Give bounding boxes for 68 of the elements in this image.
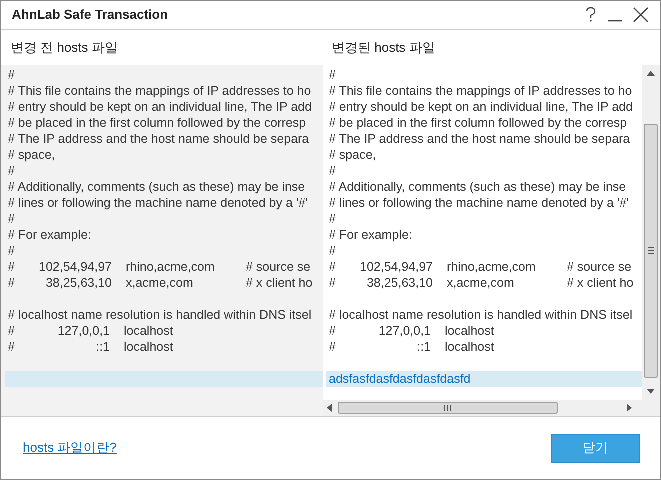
help-link[interactable]: hosts 파일이란? (23, 438, 117, 458)
code-text: # source se (246, 260, 311, 274)
close-button[interactable]: 닫기 (551, 434, 640, 462)
code-line: # For example: (8, 226, 92, 244)
scroll-right-icon[interactable] (627, 404, 632, 412)
code-line: # The IP address and the host name should be separa (329, 130, 630, 148)
code-text: localhost (445, 340, 494, 354)
code-line: # (329, 210, 336, 228)
code-text: # (8, 276, 15, 290)
code-text: # x client ho (567, 276, 634, 290)
code-line: # For example: (329, 226, 412, 244)
vertical-scrollbar[interactable] (642, 65, 660, 416)
code-text: 102,54,94,97 (39, 260, 112, 274)
code-text: # x client ho (246, 276, 313, 290)
code-line: # (329, 66, 336, 84)
code-line: # The IP address and the host name should be separa (8, 130, 310, 148)
code-line: # space, (329, 146, 376, 164)
code-line: # (329, 242, 336, 260)
code-text: ::1 (96, 340, 110, 354)
code-text: # (8, 340, 15, 354)
code-line: # Additionally, comments (such as these) may be inse (8, 178, 306, 196)
code-text: 127,0,0,1 (378, 324, 431, 338)
scroll-left-icon[interactable] (327, 404, 332, 412)
code-line: # Additionally, comments (such as these) may be inse (329, 178, 626, 196)
code-line: # (8, 242, 15, 260)
code-text: localhost (124, 340, 174, 354)
pane-heading: 변경된 hosts 파일 (332, 40, 436, 54)
code-text: # (329, 340, 336, 354)
code-text: # (8, 324, 15, 338)
code-text: # (329, 276, 336, 290)
code-text: rhino,acme,com (447, 260, 536, 274)
code-line: # localhost name resolution is handled within DNS itsel (8, 306, 312, 324)
code-line: # (329, 162, 336, 180)
scrollbar-thumb[interactable] (338, 402, 558, 414)
code-text: 102,54,94,97 (360, 260, 433, 274)
code-line: # localhost name resolution is handled within DNS itsel (329, 306, 633, 324)
code-text: localhost (445, 324, 494, 338)
code-text: # (8, 260, 15, 274)
window-title: AhnLab Safe Transaction (12, 6, 168, 24)
code-text: 127,0,0,1 (58, 324, 110, 338)
code-text: ::1 (417, 340, 431, 354)
code-text: # (329, 324, 336, 338)
code-line: # This file contains the mappings of IP addresses to ho (329, 82, 632, 100)
code-line: # be placed in the first column followed by the corresp (8, 114, 306, 132)
scrollbar-thumb[interactable] (644, 124, 658, 378)
scroll-up-icon[interactable] (647, 71, 655, 76)
close-icon[interactable] (633, 7, 649, 23)
code-line: # (8, 162, 15, 180)
scroll-down-icon[interactable] (647, 389, 655, 394)
code-line: # space, (8, 146, 56, 164)
code-text: localhost (124, 324, 174, 338)
code-text: 38,25,63,10 (366, 276, 433, 290)
code-line: # entry should be kept on an individual line, The IP add (8, 98, 312, 116)
code-text: rhino,acme,com (126, 260, 215, 274)
pane-heading: 변경 전 hosts 파일 (11, 40, 118, 54)
code-line: # This file contains the mappings of IP addresses to ho (8, 82, 312, 100)
code-line: # entry should be kept on an individual line, The IP add (329, 98, 633, 116)
code-line: # lines or following the machine name denoted by a '#' (329, 194, 630, 212)
code-text: 38,25,63,10 (46, 276, 112, 290)
help-icon[interactable] (585, 7, 597, 23)
code-line: # (8, 66, 15, 84)
code-text: x,acme,com (447, 276, 514, 290)
code-line: # (8, 210, 15, 228)
code-line: # lines or following the machine name denoted by a '#' (8, 194, 308, 212)
code-text: # source se (567, 260, 632, 274)
code-text: x,acme,com (126, 276, 194, 290)
code-text: # (329, 260, 336, 274)
code-line: # be placed in the first column followed by the corresp (329, 114, 628, 132)
